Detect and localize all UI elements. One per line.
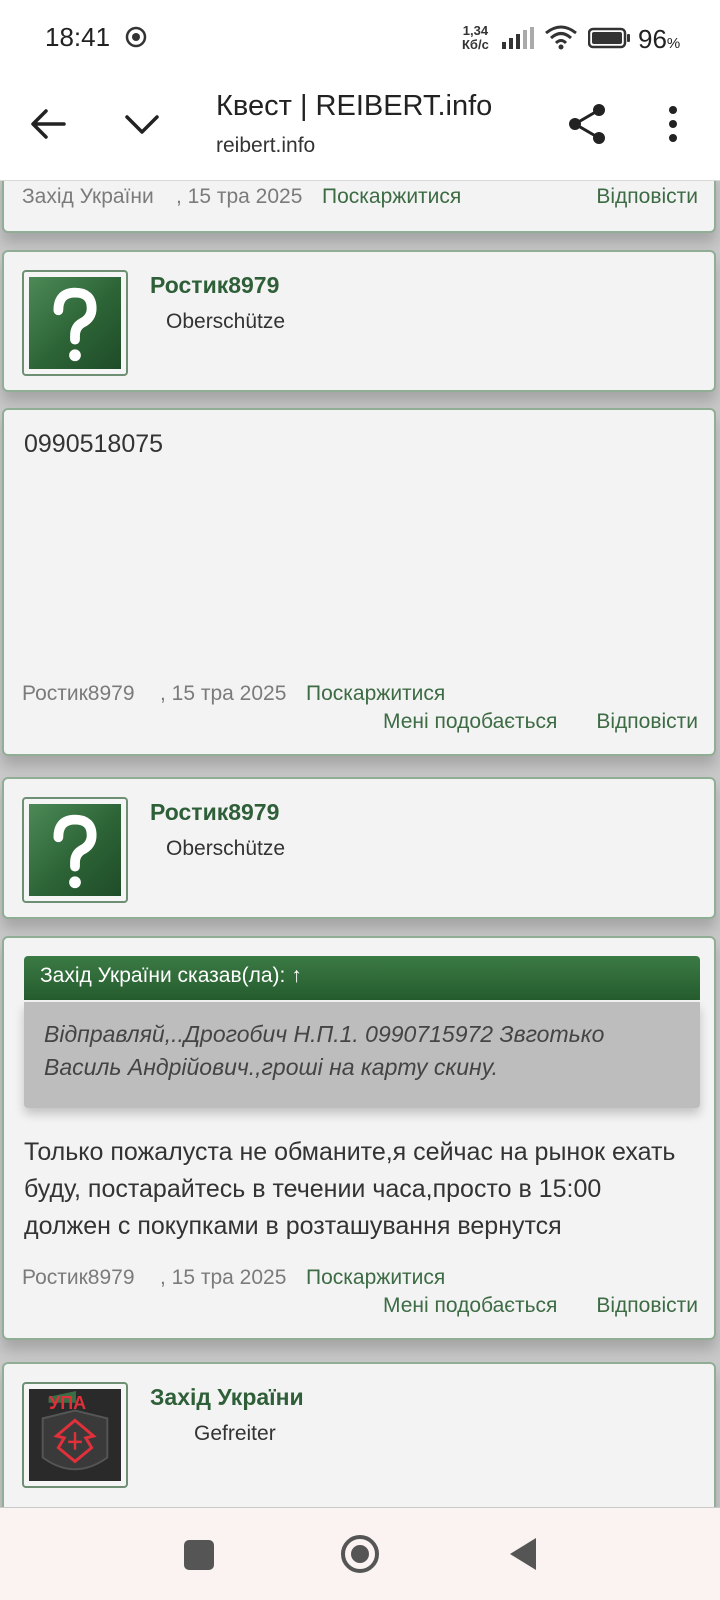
avatar[interactable]: УПА: [22, 1382, 128, 1488]
post-date: , 15 тра 2025: [176, 185, 303, 208]
post-date: , 15 тра 2025: [160, 1266, 287, 1289]
user-rank: Oberschütze: [166, 837, 286, 860]
report-link[interactable]: Поскаржитися: [322, 185, 461, 209]
focus-mode-icon: [125, 26, 147, 48]
report-link[interactable]: Поскаржитися: [306, 1266, 445, 1290]
question-mark-icon: [53, 287, 97, 362]
upa-avatar: УПА: [29, 1389, 121, 1481]
network-speed-unit: Кб/с: [462, 37, 489, 52]
avatar-text: УПА: [49, 1393, 87, 1413]
like-link[interactable]: Мені подобається: [383, 710, 557, 734]
battery-value: 96: [638, 24, 667, 54]
user-card: Ростик8979 Oberschütze: [2, 250, 716, 392]
home-button[interactable]: [340, 1534, 380, 1574]
default-avatar: [29, 804, 121, 896]
browser-toolbar: Квест | REIBERT.info reibert.info: [0, 76, 720, 181]
reply-link[interactable]: Відповісти: [596, 185, 698, 209]
page-url[interactable]: reibert.info: [216, 134, 315, 158]
username[interactable]: Ростик8979: [150, 799, 279, 826]
thread-content[interactable]: Захід України , 15 тра 2025 Поскаржитися…: [0, 181, 720, 1507]
username[interactable]: Ростик8979: [150, 272, 279, 299]
battery-unit: %: [666, 35, 681, 52]
back-arrow-icon[interactable]: [28, 104, 68, 144]
post-author-link[interactable]: Ростик8979: [22, 682, 135, 706]
post-body: 0990518075: [24, 430, 164, 458]
page-title: Квест | REIBERT.info: [216, 90, 493, 122]
user-card: УПА Захід України Gefreiter: [2, 1362, 716, 1507]
network-speed-value: 1,34: [462, 23, 489, 38]
wifi-icon: [545, 25, 577, 50]
status-time: 18:41: [45, 22, 111, 52]
user-card: Ростик8979 Oberschütze: [2, 777, 716, 919]
battery-icon: [588, 27, 630, 49]
post-body: Только пожалуста не обманите,я сейчас на…: [24, 1138, 676, 1240]
like-link[interactable]: Мені подобається: [383, 1294, 557, 1318]
question-mark-icon: [53, 814, 97, 889]
post-card: Захід України сказав(ла): ↑ Відправляй,.…: [2, 936, 716, 1340]
battery-percent: 96%: [638, 24, 680, 55]
post-author-link[interactable]: Ростик8979: [22, 1266, 135, 1290]
network-speed: 1,34 Кб/с: [462, 24, 489, 52]
back-triangle-icon[interactable]: [506, 1536, 540, 1572]
chevron-down-icon[interactable]: [122, 104, 162, 144]
quote-body: Відправляй,..Дрогобич Н.П.1. 0990715972 …: [24, 1002, 700, 1108]
default-avatar: [29, 277, 121, 369]
more-vert-icon[interactable]: [660, 102, 686, 146]
reply-link[interactable]: Відповісти: [596, 1294, 698, 1318]
username[interactable]: Захід України: [150, 1384, 304, 1411]
avatar[interactable]: [22, 270, 128, 376]
share-icon[interactable]: [566, 102, 610, 146]
user-rank: Gefreiter: [194, 1422, 276, 1445]
signal-icon: [502, 27, 534, 49]
post-card: 0990518075 Ростик8979 , 15 тра 2025 Поск…: [2, 408, 716, 756]
post-author-link[interactable]: Захід України: [22, 185, 154, 209]
user-rank: Oberschütze: [166, 310, 286, 333]
recents-button[interactable]: [184, 1540, 214, 1570]
post-footer-card: Захід України , 15 тра 2025 Поскаржитися…: [2, 181, 716, 233]
post-date: , 15 тра 2025: [160, 682, 287, 705]
avatar[interactable]: [22, 797, 128, 903]
report-link[interactable]: Поскаржитися: [306, 682, 445, 706]
status-bar: 18:41 1,34 Кб/с 96%: [0, 0, 720, 76]
system-navigation-bar: [0, 1508, 720, 1600]
reply-link[interactable]: Відповісти: [596, 710, 698, 734]
quote-header[interactable]: Захід України сказав(ла): ↑: [24, 956, 700, 1000]
